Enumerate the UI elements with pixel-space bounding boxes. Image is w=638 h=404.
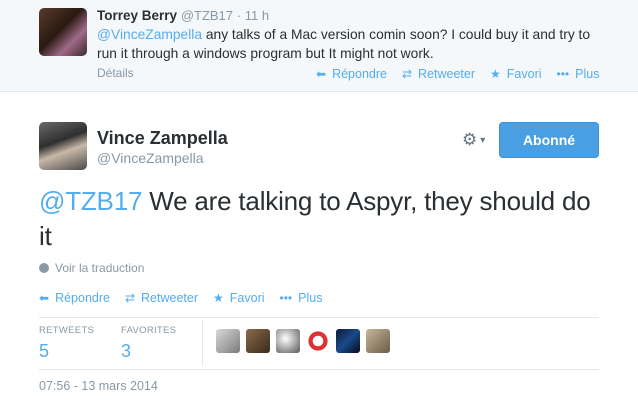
favorites-stat[interactable]: FAVORITES 3 bbox=[121, 325, 176, 362]
favoriter-avatar[interactable] bbox=[366, 329, 390, 353]
favoriter-avatar[interactable] bbox=[336, 329, 360, 353]
star-icon: ★ bbox=[213, 291, 224, 305]
favorites-stat-label: FAVORITES bbox=[121, 325, 177, 336]
favoriter-avatar[interactable] bbox=[276, 329, 300, 353]
retweet-button[interactable]: ⇄ Retweeter bbox=[125, 291, 198, 305]
translate-label: Voir la traduction bbox=[55, 261, 145, 275]
more-dots-icon: ••• bbox=[279, 291, 293, 305]
retweets-stat-label: RETWEETS bbox=[39, 325, 95, 336]
stats-divider-top bbox=[39, 317, 599, 318]
favorite-label: Favori bbox=[229, 291, 265, 305]
retweets-count: 5 bbox=[39, 341, 50, 361]
reply-button[interactable]: ⬅ Répondre bbox=[39, 291, 110, 305]
retweet-icon: ⇄ bbox=[124, 291, 136, 305]
tweet-text: @TZB17 We are talking to Aspyr, they sho… bbox=[39, 184, 604, 254]
author-avatar[interactable] bbox=[39, 122, 87, 170]
reply-details-link[interactable]: Détails bbox=[97, 66, 134, 80]
reply-header: Torrey Berry @TZB17 · 11 h bbox=[97, 8, 269, 23]
reply-favorite-button[interactable]: ★ Favori bbox=[490, 67, 542, 81]
tweet-mention-link[interactable]: @TZB17 bbox=[39, 186, 142, 216]
reply-more-button[interactable]: ••• Plus bbox=[557, 67, 600, 81]
favoriter-avatar[interactable] bbox=[216, 329, 240, 353]
favoriter-avatars bbox=[216, 329, 396, 353]
reply-label: Répondre bbox=[55, 291, 110, 305]
reply-text: @VinceZampella any talks of a Mac versio… bbox=[97, 25, 597, 63]
following-button[interactable]: Abonné bbox=[499, 122, 599, 158]
reply-retweet-button[interactable]: ⇄ Retweeter bbox=[402, 67, 475, 81]
chevron-down-icon: ▾ bbox=[480, 134, 486, 146]
retweet-label: Retweeter bbox=[141, 291, 199, 305]
reply-icon: ⬅ bbox=[316, 67, 327, 81]
author-handle[interactable]: @VinceZampella bbox=[97, 150, 204, 166]
reply-time[interactable]: · 11 h bbox=[237, 8, 269, 23]
favoriter-avatar[interactable] bbox=[246, 329, 270, 353]
more-label: Plus bbox=[298, 291, 323, 305]
translate-link[interactable]: Voir la traduction bbox=[39, 261, 144, 275]
reply-icon: ⬅ bbox=[39, 291, 50, 305]
stats-divider-bottom bbox=[39, 369, 599, 370]
globe-icon bbox=[39, 263, 49, 273]
reply-tweet: Torrey Berry @TZB17 · 11 h @VinceZampell… bbox=[0, 0, 638, 92]
reply-author-handle[interactable]: @TZB17 bbox=[181, 8, 233, 23]
user-actions-menu[interactable]: ⚙ ▾ bbox=[462, 130, 485, 150]
favoriter-avatar[interactable] bbox=[306, 329, 330, 353]
reply-favorite-label: Favori bbox=[506, 67, 542, 81]
tweet-actions: ⬅ Répondre ⇄ Retweeter ★ Favori ••• Plus bbox=[39, 291, 322, 305]
more-dots-icon: ••• bbox=[556, 67, 570, 81]
star-icon: ★ bbox=[490, 67, 501, 81]
reply-mention-link[interactable]: @VinceZampella bbox=[97, 27, 202, 42]
more-button[interactable]: ••• Plus bbox=[280, 291, 323, 305]
favorite-button[interactable]: ★ Favori bbox=[213, 291, 265, 305]
reply-avatar[interactable] bbox=[39, 8, 87, 56]
author-name[interactable]: Vince Zampella bbox=[97, 128, 228, 149]
favorites-count: 3 bbox=[121, 341, 132, 361]
retweet-icon: ⇄ bbox=[401, 67, 413, 81]
reply-more-label: Plus bbox=[575, 67, 600, 81]
reply-actions: ⬅ Répondre ⇄ Retweeter ★ Favori ••• Plus bbox=[316, 67, 599, 81]
reply-reply-button[interactable]: ⬅ Répondre bbox=[316, 67, 387, 81]
gear-icon: ⚙ bbox=[462, 130, 478, 149]
reply-reply-label: Répondre bbox=[332, 67, 387, 81]
reply-retweet-label: Retweeter bbox=[418, 67, 476, 81]
retweets-stat[interactable]: RETWEETS 5 bbox=[39, 325, 94, 362]
tweet-timestamp[interactable]: 07:56 - 13 mars 2014 bbox=[39, 379, 158, 393]
stats-vertical-divider bbox=[202, 320, 203, 366]
reply-author-name[interactable]: Torrey Berry bbox=[97, 8, 177, 23]
